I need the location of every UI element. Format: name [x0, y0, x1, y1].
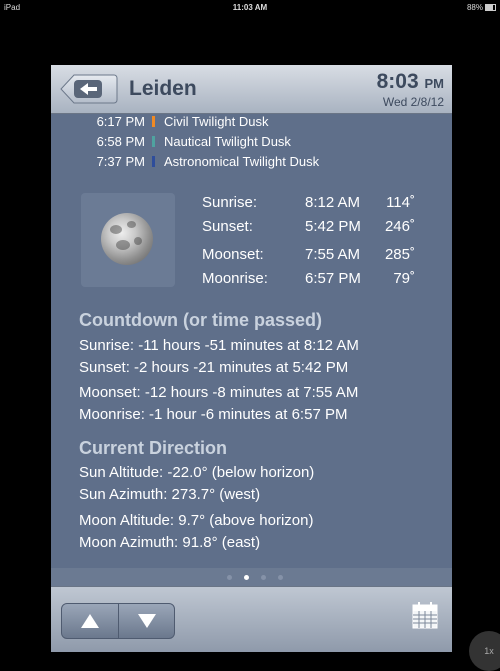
rise-set-azimuth: 114˚: [386, 194, 415, 211]
rise-set-azimuth: 246˚: [384, 218, 415, 235]
moon-icon: [101, 213, 153, 265]
time-value: 8:03: [376, 70, 419, 93]
status-bar: iPad 11:03 AM 88%: [0, 0, 500, 16]
up-arrow-icon: [81, 614, 99, 628]
page-dot[interactable]: [261, 575, 266, 580]
twilight-time: 7:37 PM: [96, 154, 145, 169]
twilight-row: 6:58 PM Nautical Twilight Dusk: [81, 134, 291, 149]
direction-line: Moon Azimuth: 91.8° (east): [79, 534, 261, 551]
app-window: Leiden 8:03 PM Wed 2/8/12 6:17 PM Civil T…: [51, 65, 452, 652]
moon-phase-box: [81, 193, 175, 287]
rise-set-label: Moonset:: [202, 246, 264, 263]
twilight-color-bar: [152, 136, 155, 147]
next-button[interactable]: [119, 604, 175, 638]
bottom-toolbar: [51, 586, 452, 652]
direction-line: Sun Azimuth: 273.7° (west): [79, 486, 261, 503]
battery-indicator: 88%: [467, 3, 496, 12]
rise-set-azimuth: 285˚: [384, 246, 415, 263]
rise-set-label: Sunrise:: [202, 194, 258, 211]
zoom-badge[interactable]: 1x: [469, 631, 500, 671]
rise-set-row: Moonset: 7:55 AM 285˚: [202, 246, 415, 263]
countdown-line: Sunset: -2 hours -21 minutes at 5:42 PM: [79, 359, 349, 376]
direction-heading: Current Direction: [79, 438, 228, 458]
page-dot[interactable]: [227, 575, 232, 580]
twilight-color-bar: [152, 116, 155, 127]
down-arrow-icon: [138, 614, 156, 628]
current-time: 8:03 PM Wed 2/8/12: [377, 70, 444, 109]
rise-set-time: 8:12 AM: [305, 194, 361, 211]
page-dot-active[interactable]: [244, 575, 249, 580]
rise-set-time: 5:42 PM: [305, 218, 361, 235]
details-panel: 6:17 PM Civil Twilight Dusk 6:58 PM Nautic…: [51, 114, 452, 568]
page-dot[interactable]: [278, 575, 283, 580]
nav-bar: Leiden 8:03 PM Wed 2/8/12: [51, 65, 452, 114]
twilight-color-bar: [152, 156, 155, 167]
rise-set-azimuth: 79˚: [393, 270, 415, 287]
time-ampm: PM: [424, 76, 445, 91]
city-title: Leiden: [129, 77, 197, 100]
current-date: Wed 2/8/12: [382, 95, 444, 109]
twilight-label: Nautical Twilight Dusk: [164, 134, 291, 149]
countdown-line: Moonrise: -1 hour -6 minutes at 6:57 PM: [79, 406, 348, 423]
up-down-segmented-control: [61, 603, 175, 639]
twilight-label: Astronomical Twilight Dusk: [164, 154, 320, 169]
previous-button[interactable]: [62, 604, 119, 638]
countdown-line: Sunrise: -11 hours -51 minutes at 8:12 A…: [79, 337, 359, 354]
rise-set-label: Moonrise:: [202, 270, 268, 287]
battery-percent: 88%: [466, 3, 483, 12]
back-arrow-icon: [60, 74, 118, 104]
twilight-row: 6:17 PM Civil Twilight Dusk: [81, 114, 269, 129]
countdown-heading: Countdown (or time passed): [79, 310, 322, 330]
twilight-time: 6:58 PM: [96, 134, 145, 149]
calendar-button[interactable]: [412, 601, 438, 629]
rise-set-label: Sunset:: [202, 218, 253, 235]
rise-set-row: Sunset: 5:42 PM 246˚: [202, 218, 415, 235]
direction-line: Sun Altitude: -22.0° (below horizon): [79, 464, 315, 481]
calendar-icon: [412, 602, 438, 629]
page-control[interactable]: [51, 568, 452, 586]
countdown-line: Moonset: -12 hours -8 minutes at 7:55 AM: [79, 384, 359, 401]
rise-set-row: Moonrise: 6:57 PM 79˚: [202, 270, 415, 287]
battery-icon: [485, 4, 496, 12]
rise-set-time: 7:55 AM: [305, 246, 361, 263]
back-button[interactable]: [60, 74, 118, 104]
rise-set-row: Sunrise: 8:12 AM 114˚: [202, 194, 415, 211]
status-time: 11:03 AM: [232, 3, 268, 12]
twilight-row: 7:37 PM Astronomical Twilight Dusk: [81, 154, 320, 169]
twilight-label: Civil Twilight Dusk: [164, 114, 269, 129]
rise-set-time: 6:57 PM: [305, 270, 361, 287]
twilight-time: 6:17 PM: [96, 114, 145, 129]
direction-line: Moon Altitude: 9.7° (above horizon): [79, 512, 314, 529]
